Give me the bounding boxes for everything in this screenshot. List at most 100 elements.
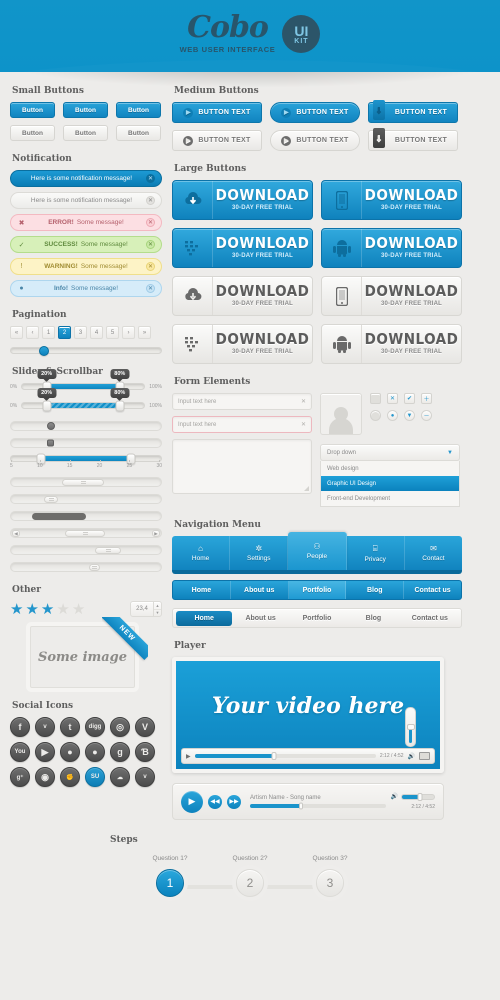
volume-knob[interactable]: [417, 792, 423, 801]
youtube-icon[interactable]: You: [10, 742, 30, 762]
nav-item-people[interactable]: ⚇ People: [288, 532, 347, 570]
star-icon[interactable]: ★: [25, 602, 38, 617]
star-icon[interactable]: ★: [10, 602, 23, 617]
scrollbar-thumb[interactable]: [89, 564, 100, 571]
number-stepper[interactable]: 23,4 ▲ ▼: [130, 601, 162, 617]
pagination-slider[interactable]: [10, 345, 162, 356]
checkbox-unchecked[interactable]: [370, 393, 381, 404]
behance-icon[interactable]: Ɓ: [135, 742, 155, 762]
radio-selected[interactable]: ●: [387, 410, 398, 421]
radio-caret[interactable]: ▼: [404, 410, 415, 421]
checkbox-plus[interactable]: ＋: [421, 393, 432, 404]
medium-button-gray-round[interactable]: ▶ BUTTON TEXT: [270, 130, 360, 151]
star-rating[interactable]: ★ ★ ★ ★ ★: [10, 602, 85, 617]
medium-button-blue-square[interactable]: ▶ BUTTON TEXT: [172, 102, 262, 123]
scrollbar-square-handle[interactable]: [10, 438, 162, 448]
range-slider-ticked[interactable]: [10, 453, 162, 464]
chrome-icon[interactable]: ◎: [110, 717, 130, 737]
small-button-blue-1[interactable]: Button: [10, 102, 55, 118]
step-circle-1[interactable]: 1: [156, 869, 184, 897]
small-button-blue-2[interactable]: Button: [63, 102, 108, 118]
small-button-gray-1[interactable]: Button: [10, 125, 55, 141]
nav-item-settings[interactable]: ✲ Settings: [230, 536, 289, 570]
progress-handle[interactable]: [299, 802, 304, 810]
scrollbar-wide-2[interactable]: [10, 494, 162, 504]
play-icon[interactable]: ▶: [35, 742, 55, 762]
medium-button-blue-download[interactable]: ⬇ BUTTON TEXT: [368, 100, 458, 123]
close-icon[interactable]: ✕: [146, 196, 155, 205]
small-button-blue-3[interactable]: Button: [116, 102, 161, 118]
nav3-item-blog[interactable]: Blog: [345, 611, 401, 626]
star-icon[interactable]: ★: [56, 602, 69, 617]
range-slider-striped[interactable]: 20% 80%: [21, 388, 146, 411]
close-icon[interactable]: ✕: [146, 218, 155, 227]
pagination-page-2[interactable]: 2: [58, 326, 71, 339]
play-icon[interactable]: ▶: [186, 753, 191, 760]
pagination-first[interactable]: «: [10, 326, 23, 339]
pagination-page-3[interactable]: 3: [74, 326, 87, 339]
nav2-item-about-us[interactable]: About us: [231, 581, 289, 599]
medium-button-blue-round[interactable]: ▶ BUTTON TEXT: [270, 102, 360, 123]
checkbox-checked[interactable]: ✔: [404, 393, 415, 404]
nav3-item-about-us[interactable]: About us: [232, 611, 288, 626]
small-button-gray-3[interactable]: Button: [116, 125, 161, 141]
nav-item-contact[interactable]: ✉ Contact: [405, 536, 462, 570]
scroll-left-arrow-icon[interactable]: ◀: [12, 530, 20, 537]
slider-knob-high-2[interactable]: [115, 400, 125, 411]
tumblr-icon[interactable]: t: [60, 717, 80, 737]
download-button-blackberry-blue[interactable]: DOWNLOAD 30-DAY FREE TRIAL: [172, 228, 313, 268]
dropdown-option-frontend-development[interactable]: Front-end Development: [321, 491, 459, 506]
scrollbar-dark-fill[interactable]: [10, 511, 162, 521]
volume-icon[interactable]: 🔊: [391, 793, 398, 800]
close-icon[interactable]: ✕: [146, 284, 155, 293]
close-icon[interactable]: ✕: [146, 240, 155, 249]
scrollbar-round-handle[interactable]: [10, 421, 162, 431]
stepper-down-icon[interactable]: ▼: [154, 610, 161, 617]
facebook-icon[interactable]: f: [10, 717, 30, 737]
radio-minus[interactable]: －: [421, 410, 432, 421]
scrollbar-wide-4[interactable]: [10, 562, 162, 572]
step-circle-2[interactable]: 2: [236, 869, 264, 897]
pagination-page-5[interactable]: 5: [106, 326, 119, 339]
medium-button-gray-square[interactable]: ▶ BUTTON TEXT: [172, 130, 262, 151]
dribbble-icon[interactable]: ●: [60, 742, 80, 762]
pagination-last[interactable]: »: [138, 326, 151, 339]
star-icon[interactable]: ★: [41, 602, 54, 617]
scrollbar-thumb[interactable]: [44, 496, 58, 503]
dropdown-option-web-design[interactable]: Web design: [321, 461, 459, 476]
slider-knob-low-2[interactable]: [42, 400, 52, 411]
dropdown-toggle[interactable]: Drop down ▼: [320, 444, 460, 461]
download-button-cloud-blue[interactable]: DOWNLOAD 30-DAY FREE TRIAL: [172, 180, 313, 220]
nav3-item-contact-us[interactable]: Contact us: [402, 611, 458, 626]
step-circle-3[interactable]: 3: [316, 869, 344, 897]
scrollbar-handle[interactable]: [47, 439, 54, 447]
scroll-right-arrow-icon[interactable]: ▶: [152, 530, 160, 537]
audio-progress-bar[interactable]: [250, 802, 386, 810]
nav2-item-blog[interactable]: Blog: [346, 581, 405, 599]
scrollbar-thumb[interactable]: [62, 479, 104, 486]
progress-handle[interactable]: [271, 752, 277, 760]
fullscreen-icon[interactable]: [419, 752, 430, 760]
hand-icon[interactable]: ✊: [60, 767, 80, 787]
video-progress-bar[interactable]: [194, 752, 376, 760]
scrollbar-thumb[interactable]: [95, 547, 121, 554]
digg-icon[interactable]: digg: [85, 717, 105, 737]
scrollbar-handle[interactable]: [47, 422, 55, 430]
text-input[interactable]: Input text here ✕: [172, 393, 312, 410]
clear-icon[interactable]: ✕: [301, 398, 306, 405]
comment-icon[interactable]: ●: [85, 742, 105, 762]
close-icon[interactable]: ✕: [146, 174, 155, 183]
nav2-item-home[interactable]: Home: [173, 581, 231, 599]
download-button-phone-blue[interactable]: DOWNLOAD 30-DAY FREE TRIAL: [321, 180, 462, 220]
download-button-android-gray[interactable]: DOWNLOAD 30-DAY FREE TRIAL: [321, 324, 462, 364]
stepper-up-icon[interactable]: ▲: [154, 602, 161, 610]
nav2-item-portfolio[interactable]: Portfolio: [288, 581, 347, 599]
download-button-android-blue[interactable]: DOWNLOAD 30-DAY FREE TRIAL: [321, 228, 462, 268]
pagination-page-1[interactable]: 1: [42, 326, 55, 339]
nav2-item-contact-us[interactable]: Contact us: [404, 581, 461, 599]
volume-knob[interactable]: [406, 724, 415, 730]
scrollbar-thumb-dark[interactable]: [32, 513, 86, 520]
twitter-bird-icon[interactable]: ᵛ: [35, 717, 55, 737]
vimeo-icon[interactable]: V: [135, 717, 155, 737]
textarea[interactable]: [172, 439, 312, 494]
